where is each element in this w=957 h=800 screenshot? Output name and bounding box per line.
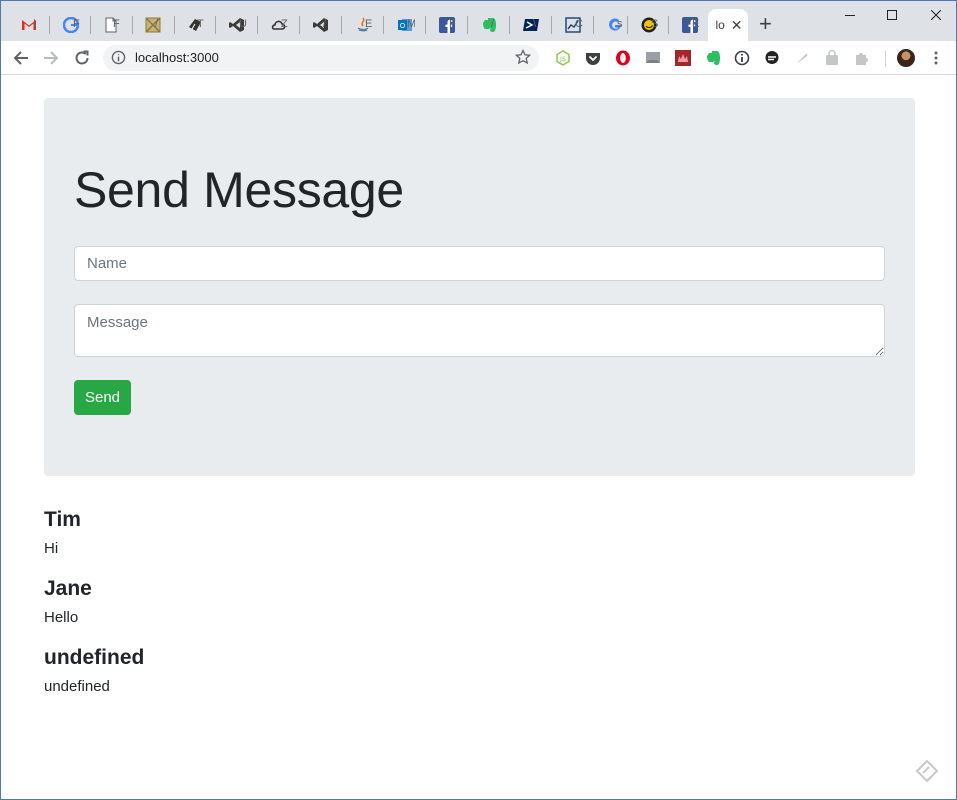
extension-button[interactable]: [824, 50, 840, 66]
page-title: Send Message: [74, 162, 404, 218]
info-icon: [734, 50, 750, 66]
forward-button[interactable]: [39, 46, 63, 70]
arrow-right-icon: [44, 51, 59, 65]
address-url[interactable]: localhost:3000: [135, 50, 219, 65]
close-window-button[interactable]: [913, 5, 957, 25]
bag-icon: [826, 50, 838, 65]
browser-tab[interactable]: C: [555, 9, 591, 41]
message-text: Hello: [44, 609, 79, 626]
extension-button[interactable]: JS: [555, 50, 571, 66]
reload-button[interactable]: [70, 46, 94, 70]
browser-tab[interactable]: T: [177, 9, 213, 41]
crown-icon: [675, 50, 691, 66]
browser-tab[interactable]: \: [513, 9, 549, 41]
maximize-button[interactable]: [869, 5, 915, 25]
svg-text:O: O: [400, 22, 406, 30]
maximize-icon: [887, 10, 897, 20]
pocket-icon: [586, 53, 600, 65]
tag-icon: [915, 759, 939, 783]
tab-separator: [299, 16, 300, 34]
tab-separator: [341, 16, 342, 34]
reload-icon: [75, 50, 89, 65]
extension-button[interactable]: [675, 50, 691, 66]
message-text: undefined: [44, 678, 110, 695]
browser-tab[interactable]: /: [135, 9, 171, 41]
minimize-button[interactable]: [827, 5, 873, 25]
browser-tab[interactable]: F: [93, 9, 129, 41]
extension-button[interactable]: [764, 50, 780, 66]
toolbar-separator: [885, 51, 886, 67]
arrow-left-icon: [13, 51, 28, 65]
extension-button[interactable]: [705, 50, 721, 66]
tab-separator: [174, 16, 175, 34]
name-input[interactable]: [74, 246, 885, 281]
extension-button[interactable]: [585, 50, 601, 66]
browser-tab[interactable]: F: [429, 9, 465, 41]
puzzle-icon: [856, 53, 868, 65]
browser-tab[interactable]: U: [219, 9, 255, 41]
node-icon: JS: [556, 50, 570, 66]
feather-icon: [797, 53, 808, 63]
message-item: Jane Hello: [44, 576, 915, 645]
back-button[interactable]: [9, 46, 33, 70]
tab-strip: I F F / T U Z / E O M F / \ C s S E lo ✕…: [1, 1, 956, 41]
browser-tab[interactable]: /: [303, 9, 339, 41]
extension-button[interactable]: [854, 50, 870, 66]
message-list: Tim Hi Jane Hello undefined undefined: [44, 507, 915, 714]
star-icon[interactable]: [515, 49, 531, 65]
message-author: undefined: [44, 646, 145, 669]
address-bar[interactable]: localhost:3000: [103, 45, 539, 71]
tab-separator: [551, 16, 552, 34]
opera-icon: [616, 50, 630, 66]
tab-separator: [668, 16, 669, 34]
svg-text:JS: JS: [559, 55, 566, 63]
extension-button[interactable]: [794, 50, 810, 66]
kebab-menu-icon[interactable]: [933, 50, 939, 66]
message-text: Hi: [44, 540, 59, 557]
browser-tab[interactable]: I: [13, 9, 45, 41]
active-tab-title: lo: [715, 18, 725, 32]
tab-separator: [627, 16, 628, 34]
browser-tab[interactable]: F: [53, 9, 89, 41]
chat-icon: [765, 51, 779, 64]
browser-tab[interactable]: O M: [387, 9, 423, 41]
message-form-panel: Send Message Send: [44, 98, 915, 476]
browser-tab[interactable]: S: [631, 9, 667, 41]
browser-tab[interactable]: Z: [261, 9, 297, 41]
hat-icon: [646, 52, 660, 63]
active-tab[interactable]: lo ✕: [708, 9, 748, 41]
tab-separator: [467, 16, 468, 34]
extension-button[interactable]: [615, 50, 631, 66]
message-author: Jane: [44, 577, 92, 600]
minimize-icon: [845, 15, 855, 16]
browser-tab[interactable]: E: [672, 9, 708, 41]
message-author: Tim: [44, 508, 81, 531]
avatar[interactable]: [897, 49, 915, 67]
browser-tab[interactable]: E: [345, 9, 381, 41]
tab-separator: [425, 16, 426, 34]
close-tab-icon[interactable]: ✕: [731, 18, 743, 32]
tab-separator: [383, 16, 384, 34]
send-button[interactable]: Send: [74, 380, 131, 415]
message-item: Tim Hi: [44, 507, 915, 576]
message-item: undefined undefined: [44, 645, 915, 714]
tab-separator: [215, 16, 216, 34]
tab-separator: [90, 16, 91, 34]
new-tab-button[interactable]: +: [759, 13, 772, 35]
extension-button[interactable]: [734, 50, 750, 66]
tab-separator: [257, 16, 258, 34]
tab-separator: [132, 16, 133, 34]
tab-separator: [593, 16, 594, 34]
info-icon[interactable]: [111, 50, 126, 65]
browser-tab[interactable]: /: [471, 9, 507, 41]
evernote-icon: [707, 51, 720, 65]
browser-toolbar: localhost:3000 JS: [1, 41, 956, 75]
message-input[interactable]: [74, 304, 885, 357]
extension-button[interactable]: [645, 50, 661, 66]
tab-separator: [509, 16, 510, 34]
close-icon: [931, 10, 941, 20]
tab-separator: [49, 16, 50, 34]
